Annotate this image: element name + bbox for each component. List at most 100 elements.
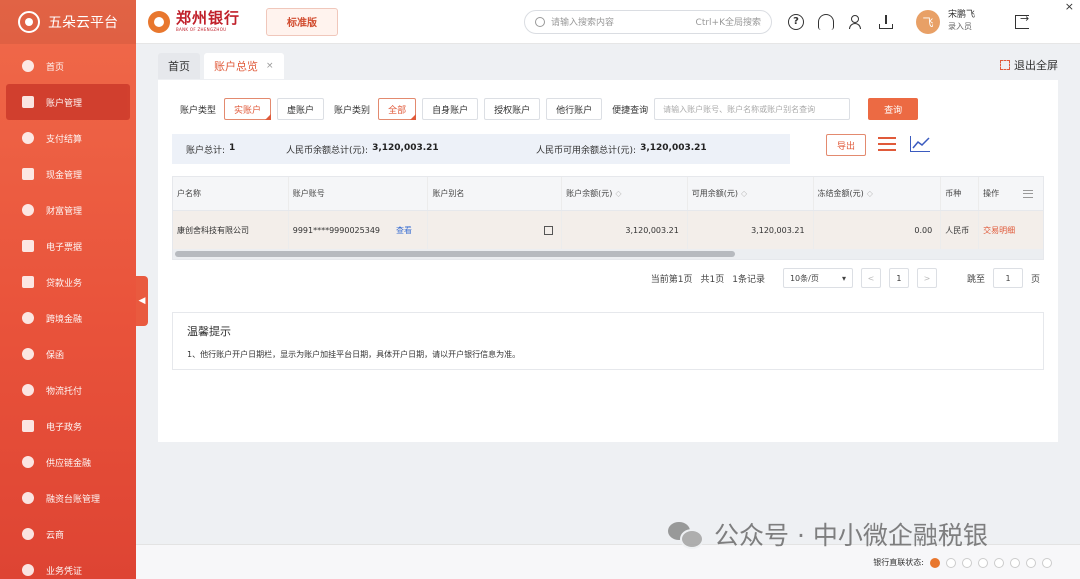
sidebar-collapse-button[interactable]: ◀ xyxy=(136,276,148,326)
account-category-label: 账户类别 xyxy=(334,105,371,116)
sidebar-item-account-management[interactable]: 账户管理 xyxy=(6,84,130,120)
users-icon[interactable] xyxy=(848,14,864,30)
search-shortcut-hint: Ctrl+K全局搜索 xyxy=(695,18,762,28)
table-header: 户名称 账户账号 账户别名 账户余额(元) ◇ 可用余额(元) ◇ 冻结金额(元) ◇… xyxy=(173,177,1043,211)
export-button[interactable]: 导出 xyxy=(826,134,866,156)
view-account-link[interactable]: 查看 xyxy=(396,225,412,236)
sidebar-item-cloud[interactable]: 云商 xyxy=(0,516,136,552)
sort-icon[interactable]: ◇ xyxy=(615,189,621,198)
account-number: 9991****9990025349 xyxy=(292,225,380,235)
summary-rmb-balance-label: 人民币余额总计(元): xyxy=(286,145,369,156)
column-header-label: 操作 xyxy=(983,189,1000,198)
bank-status-icon[interactable] xyxy=(946,557,956,568)
window-close-icon[interactable]: × xyxy=(1065,0,1074,13)
sidebar-item-crossborder[interactable]: 跨境金融 xyxy=(0,300,136,336)
account-name: 康创舍科技有限公司 xyxy=(173,211,289,249)
page-size-select[interactable]: 10条/页 ▾ xyxy=(782,268,853,288)
sidebar-item-label: 电子票据 xyxy=(46,242,83,253)
tips-text: 1、他行账户开户日期栏，显示为账户加挂平台日期，具体开户日期，请以开户银行信息为… xyxy=(187,350,521,359)
filter-bar: 账户类型 实账户 虚账户 账户类别 全部 自身账户 授权账户 他行账户 便捷查询… xyxy=(180,98,919,120)
page-number-button[interactable]: 1 xyxy=(888,268,909,288)
summary-total: 账户总计: 1 xyxy=(186,143,286,156)
bank-status-icon[interactable] xyxy=(930,557,940,568)
sidebar-item-label: 业务凭证 xyxy=(46,566,83,577)
chart-view-icon[interactable] xyxy=(910,136,930,152)
bank-status-icon[interactable] xyxy=(978,557,988,568)
sidebar-item-logistics[interactable]: 物流托付 xyxy=(0,372,136,408)
platform-name: 五朵云平台 xyxy=(48,15,118,31)
sort-icon[interactable]: ◇ xyxy=(867,189,873,198)
home-icon xyxy=(22,60,34,72)
sidebar-item-guarantee[interactable]: 保函 xyxy=(0,336,136,372)
sidebar-nav: 首页 账户管理 支付结算 现金管理 财富管理 电子票据 贷款业务 跨境金融 保函… xyxy=(0,48,136,579)
column-header-frozen[interactable]: 冻结金额(元) ◇ xyxy=(814,177,942,210)
global-search[interactable]: 请输入搜索内容 Ctrl+K全局搜索 xyxy=(524,9,773,34)
download-icon[interactable] xyxy=(878,14,894,30)
edition-badge[interactable]: 标准版 xyxy=(266,7,339,36)
sidebar-item-label: 账户管理 xyxy=(46,98,83,109)
platform-logo[interactable]: 五朵云平台 xyxy=(0,0,136,44)
bank-status-icon[interactable] xyxy=(962,557,972,568)
quick-query-label: 便捷查询 xyxy=(612,105,649,116)
user-name: 宋鹏飞 xyxy=(948,10,976,21)
sidebar-item-ledger[interactable]: 融资台账管理 xyxy=(0,480,136,516)
scrollbar-thumb[interactable] xyxy=(175,251,735,257)
search-input[interactable]: 请输入搜索内容 xyxy=(551,15,690,28)
column-header-label: 冻结金额(元) xyxy=(817,189,864,198)
customer-service-icon[interactable] xyxy=(818,13,835,30)
logout-icon[interactable] xyxy=(1015,12,1029,29)
prev-page-button[interactable]: < xyxy=(860,268,881,288)
bank-link-status-label: 银行直联状态: xyxy=(873,558,924,567)
account-query-input[interactable]: 请输入账户账号、账户名称或账户别名查询 xyxy=(654,98,851,120)
sidebar-item-egov[interactable]: 电子政务 xyxy=(0,408,136,444)
tab-home[interactable]: 首页 xyxy=(158,53,200,79)
sort-icon[interactable]: ◇ xyxy=(741,189,747,198)
user-profile[interactable]: 飞 宋鹏飞 录入员 xyxy=(916,9,976,34)
filter-own-account[interactable]: 自身账户 xyxy=(422,98,479,120)
close-icon[interactable]: × xyxy=(266,61,274,71)
column-settings-icon[interactable] xyxy=(1022,189,1033,198)
bank-status-icon[interactable] xyxy=(1026,557,1036,568)
column-header-available[interactable]: 可用余额(元) ◇ xyxy=(688,177,814,210)
sidebar-item-label: 首页 xyxy=(46,62,65,73)
summary-total-label: 账户总计: xyxy=(186,145,226,156)
summary-rmb-available: 人民币可用余额总计(元): 3,120,003.21 xyxy=(536,143,707,156)
sidebar-item-label: 财富管理 xyxy=(46,206,83,217)
account-number-cell: 9991****9990025349 查看 xyxy=(289,211,429,249)
sidebar-item-supplychain[interactable]: 供应链金融 xyxy=(0,444,136,480)
column-header-actions: 操作 xyxy=(979,177,1043,210)
sidebar-item-wealth[interactable]: 财富管理 xyxy=(0,192,136,228)
goto-page-input[interactable]: 1 xyxy=(992,268,1023,288)
sidebar-item-payment[interactable]: 支付结算 xyxy=(0,120,136,156)
next-page-button[interactable]: > xyxy=(916,268,937,288)
column-header: 户名称 xyxy=(173,177,289,210)
account-overview-panel: 账户类型 实账户 虚账户 账户类别 全部 自身账户 授权账户 他行账户 便捷查询… xyxy=(158,80,1058,442)
help-icon[interactable]: ? xyxy=(788,13,805,30)
column-header-balance[interactable]: 账户余额(元) ◇ xyxy=(562,177,688,210)
transaction-detail-link[interactable]: 交易明细 xyxy=(983,225,1015,236)
tab-account-overview[interactable]: 账户总览 × xyxy=(204,53,284,79)
edit-icon[interactable] xyxy=(544,225,554,235)
filter-authorized-account[interactable]: 授权账户 xyxy=(484,98,541,120)
filter-other-bank-account[interactable]: 他行账户 xyxy=(546,98,603,120)
sidebar-item-voucher[interactable]: 业务凭证 xyxy=(0,552,136,579)
voucher-icon xyxy=(22,564,34,576)
bank-status-icon[interactable] xyxy=(1010,557,1020,568)
filter-all[interactable]: 全部 xyxy=(378,98,417,120)
bank-status-icon[interactable] xyxy=(1042,557,1052,568)
list-view-icon[interactable] xyxy=(878,137,896,153)
query-button[interactable]: 查询 xyxy=(868,98,919,120)
tab-label: 首页 xyxy=(168,60,190,73)
sidebar-item-cash[interactable]: 现金管理 xyxy=(0,156,136,192)
table-horizontal-scrollbar[interactable] xyxy=(173,249,1043,259)
exit-fullscreen-button[interactable]: 退出全屏 xyxy=(1000,57,1058,73)
exit-fullscreen-label: 退出全屏 xyxy=(1014,59,1058,72)
payment-icon xyxy=(22,132,34,144)
sidebar-item-bill[interactable]: 电子票据 xyxy=(0,228,136,264)
account-icon xyxy=(22,96,34,108)
sidebar-item-home[interactable]: 首页 xyxy=(0,48,136,84)
filter-real-account[interactable]: 实账户 xyxy=(224,98,272,120)
sidebar-item-loan[interactable]: 贷款业务 xyxy=(0,264,136,300)
filter-virtual-account[interactable]: 虚账户 xyxy=(277,98,325,120)
bank-status-icon[interactable] xyxy=(994,557,1004,568)
